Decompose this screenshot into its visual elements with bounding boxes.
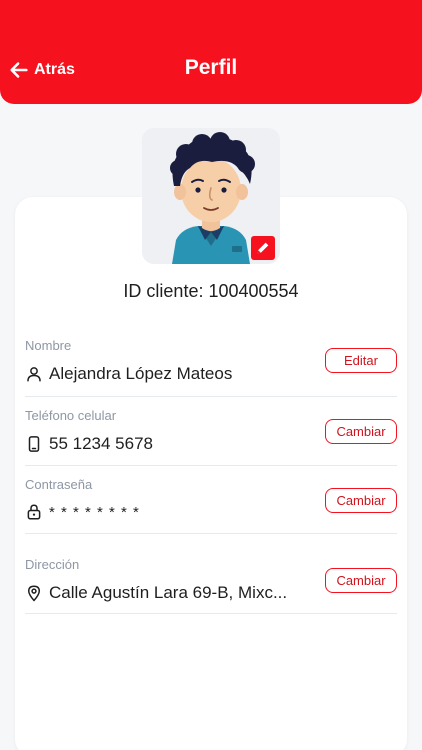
change-address-button[interactable]: Cambiar bbox=[325, 568, 397, 593]
name-label: Nombre bbox=[25, 338, 72, 353]
address-label: Dirección bbox=[25, 557, 80, 572]
password-value: * * * * * * * * bbox=[49, 503, 140, 521]
profile-screen: Atrás Perfil ID cliente: 100400554 Nombr… bbox=[0, 0, 422, 750]
phone-value: 55 1234 5678 bbox=[49, 434, 153, 453]
profile-card bbox=[15, 197, 407, 750]
divider bbox=[25, 613, 397, 614]
divider bbox=[25, 533, 397, 534]
divider bbox=[25, 465, 397, 466]
phone-row: 55 1234 5678 bbox=[25, 434, 153, 454]
address-value: Calle Agustín Lara 69-B, Mixc... bbox=[49, 583, 288, 602]
address-row: Calle Agustín Lara 69-B, Mixc... bbox=[25, 583, 287, 603]
password-field: Contraseña * * * * * * * * Cambiar bbox=[25, 477, 397, 527]
phone-field: Teléfono celular 55 1234 5678 Cambiar bbox=[25, 408, 397, 458]
phone-icon bbox=[28, 436, 40, 452]
header-bar: Atrás Perfil bbox=[0, 0, 422, 104]
lock-icon bbox=[27, 504, 41, 520]
edit-name-button[interactable]: Editar bbox=[325, 348, 397, 373]
name-row: Alejandra López Mateos bbox=[25, 364, 232, 384]
password-label: Contraseña bbox=[25, 477, 93, 492]
pencil-icon bbox=[257, 242, 269, 254]
password-row: * * * * * * * * bbox=[25, 503, 140, 521]
address-field: Dirección Calle Agustín Lara 69-B, Mixc.… bbox=[25, 557, 397, 607]
phone-label: Teléfono celular bbox=[25, 408, 117, 423]
divider bbox=[25, 396, 397, 397]
location-pin-icon bbox=[28, 585, 40, 602]
client-id: ID cliente: 100400554 bbox=[123, 281, 299, 301]
name-field: Nombre Alejandra López Mateos Editar bbox=[25, 338, 397, 388]
user-icon bbox=[27, 367, 41, 382]
change-password-button[interactable]: Cambiar bbox=[325, 488, 397, 513]
change-phone-button[interactable]: Cambiar bbox=[325, 419, 397, 444]
edit-photo-button[interactable] bbox=[251, 236, 275, 260]
page-title: Perfil bbox=[184, 56, 238, 79]
name-value: Alejandra López Mateos bbox=[49, 364, 233, 383]
